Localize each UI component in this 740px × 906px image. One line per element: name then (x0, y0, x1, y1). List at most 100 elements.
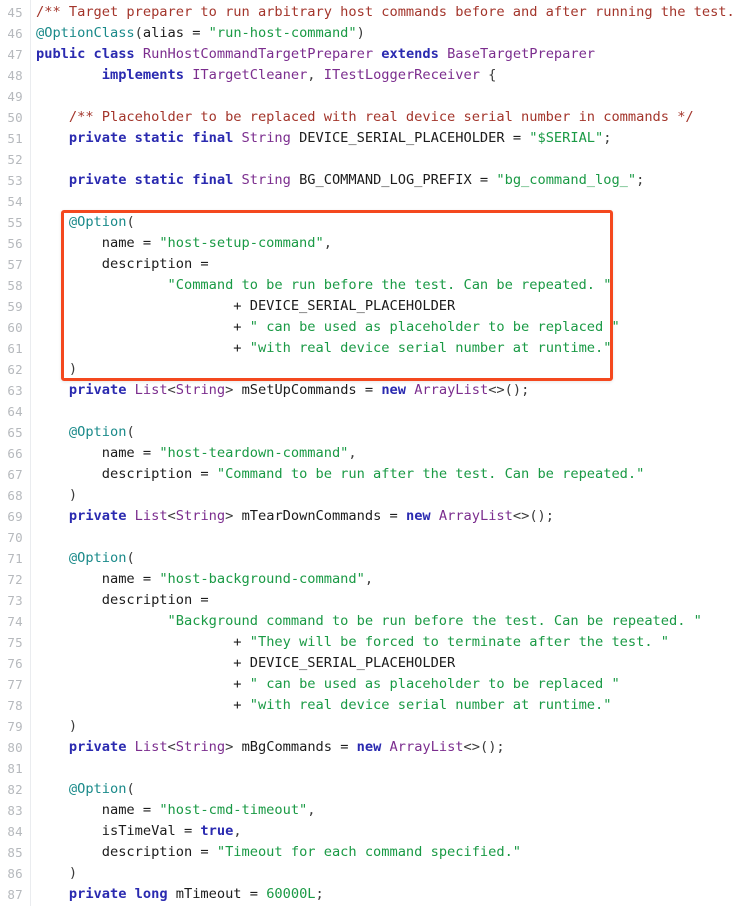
code-line[interactable]: 84 isTimeVal = true, (0, 821, 740, 842)
code-token: @Option (68, 781, 127, 797)
line-number: 45 (7, 5, 23, 20)
code-line[interactable]: 54 (0, 191, 740, 212)
code-token: <>(); (512, 508, 554, 524)
code-line[interactable]: 60 + " can be used as placeholder to be … (0, 317, 740, 338)
code-token: ( (126, 781, 135, 797)
line-number: 87 (7, 887, 23, 902)
code-token: mTearDownCommands = (241, 508, 406, 524)
code-line[interactable]: 70 (0, 527, 740, 548)
line-number: 53 (7, 173, 23, 188)
line-number: 50 (7, 110, 23, 125)
code-line[interactable]: 79 ) (0, 716, 740, 737)
line-number: 48 (7, 68, 23, 83)
code-line[interactable]: 52 (0, 149, 740, 170)
code-token: ) (68, 361, 78, 377)
code-token: + DEVICE_SERIAL_PLACEHOLDER (36, 655, 456, 671)
line-number: 49 (7, 89, 23, 104)
code-token: ) (68, 487, 78, 503)
code-token: @Option (68, 550, 127, 566)
code-line[interactable]: 48 implements ITargetCleaner, ITestLogge… (0, 65, 740, 86)
code-token: private long (68, 886, 176, 902)
code-line[interactable]: 55 @Option( (0, 212, 740, 233)
code-line-content: private List<String> mTearDownCommands =… (36, 506, 554, 527)
code-line[interactable]: 71 @Option( (0, 548, 740, 569)
line-number: 63 (7, 383, 23, 398)
code-line[interactable]: 56 name = "host-setup-command", (0, 233, 740, 254)
code-line[interactable]: 67 description = "Command to be run afte… (0, 464, 740, 485)
code-line[interactable]: 76 + DEVICE_SERIAL_PLACEHOLDER (0, 653, 740, 674)
code-line-content: @Option( (36, 779, 135, 800)
code-line[interactable]: 75 + "They will be forced to terminate a… (0, 632, 740, 653)
code-line[interactable]: 87 private long mTimeout = 60000L; (0, 884, 740, 905)
code-token: true (200, 823, 234, 839)
code-line[interactable]: 66 name = "host-teardown-command", (0, 443, 740, 464)
code-token: String (241, 172, 291, 188)
code-viewer[interactable]: 45 /** Target preparer to run arbitrary h… (0, 0, 740, 906)
code-line[interactable]: 62 ) (0, 359, 740, 380)
code-token: ArrayList (389, 739, 464, 755)
line-number: 85 (7, 845, 23, 860)
code-token: new (356, 739, 390, 755)
code-token: RunHostCommandTargetPreparer (142, 46, 374, 62)
code-line[interactable]: 78 + "with real device serial number at … (0, 695, 740, 716)
code-line[interactable]: 86 ) (0, 863, 740, 884)
code-token: List (134, 382, 168, 398)
code-token: ) (356, 25, 365, 41)
code-line[interactable]: 57 description = (0, 254, 740, 275)
code-token: 60000L (266, 886, 316, 902)
code-token: ) (68, 718, 78, 734)
code-line-content: private List<String> mBgCommands = new A… (36, 737, 505, 758)
code-token: "run-host-command" (208, 25, 357, 41)
code-token: /** Placeholder to be replaced with real… (68, 109, 694, 125)
code-line[interactable]: 81 (0, 758, 740, 779)
code-line[interactable]: 73 description = (0, 590, 740, 611)
code-token: "Command to be run after the test. Can b… (216, 466, 645, 482)
code-line[interactable]: 72 name = "host-background-command", (0, 569, 740, 590)
code-token: isTimeVal = (36, 823, 201, 839)
code-line[interactable]: 64 (0, 401, 740, 422)
code-line[interactable]: 80 private List<String> mBgCommands = ne… (0, 737, 740, 758)
code-line[interactable]: 65 @Option( (0, 422, 740, 443)
line-number: 54 (7, 194, 23, 209)
code-line-content: implements ITargetCleaner, ITestLoggerRe… (36, 65, 497, 86)
code-token: "host-cmd-timeout" (159, 802, 308, 818)
code-line[interactable]: 68 ) (0, 485, 740, 506)
code-line-content: + DEVICE_SERIAL_PLACEHOLDER (36, 296, 455, 317)
code-token: + (36, 319, 250, 335)
code-token: <>(); (463, 739, 505, 755)
code-line[interactable]: 77 + " can be used as placeholder to be … (0, 674, 740, 695)
code-line-content: /** Placeholder to be replaced with real… (36, 107, 694, 128)
code-line[interactable]: 74 "Background command to be run before … (0, 611, 740, 632)
code-line[interactable]: 46 @OptionClass(alias = "run-host-command… (0, 23, 740, 44)
code-token: @Option (68, 214, 127, 230)
line-number: 51 (7, 131, 23, 146)
code-token: List (134, 739, 168, 755)
code-line[interactable]: 59 + DEVICE_SERIAL_PLACEHOLDER (0, 296, 740, 317)
code-line[interactable]: 82 @Option( (0, 779, 740, 800)
code-line[interactable]: 53 private static final String BG_COMMAN… (0, 170, 740, 191)
line-number: 78 (7, 698, 23, 713)
code-line-content: description = "Timeout for each command … (36, 842, 521, 863)
code-line[interactable]: 45 /** Target preparer to run arbitrary h… (0, 2, 740, 23)
code-token: implements (101, 67, 193, 83)
line-number: 83 (7, 803, 23, 818)
code-line[interactable]: 63 private List<String> mSetUpCommands =… (0, 380, 740, 401)
line-number: 55 (7, 215, 23, 230)
code-line[interactable]: 47 public class RunHostCommandTargetPrepa… (0, 44, 740, 65)
code-token: String (175, 739, 226, 755)
code-line[interactable]: 69 private List<String> mTearDownCommand… (0, 506, 740, 527)
code-line[interactable]: 58 "Command to be run before the test. C… (0, 275, 740, 296)
code-line[interactable]: 83 name = "host-cmd-timeout", (0, 800, 740, 821)
code-line[interactable]: 61 + "with real device serial number at … (0, 338, 740, 359)
code-line-content: + "They will be forced to terminate afte… (36, 632, 669, 653)
code-line[interactable]: 50 /** Placeholder to be replaced with r… (0, 107, 740, 128)
code-token: "host-setup-command" (159, 235, 324, 251)
code-token: name = (36, 802, 160, 818)
code-line[interactable]: 51 private static final String DEVICE_SE… (0, 128, 740, 149)
code-line[interactable]: 49 (0, 86, 740, 107)
code-line[interactable]: 85 description = "Timeout for each comma… (0, 842, 740, 863)
code-line-content: + " can be used as placeholder to be rep… (36, 317, 619, 338)
